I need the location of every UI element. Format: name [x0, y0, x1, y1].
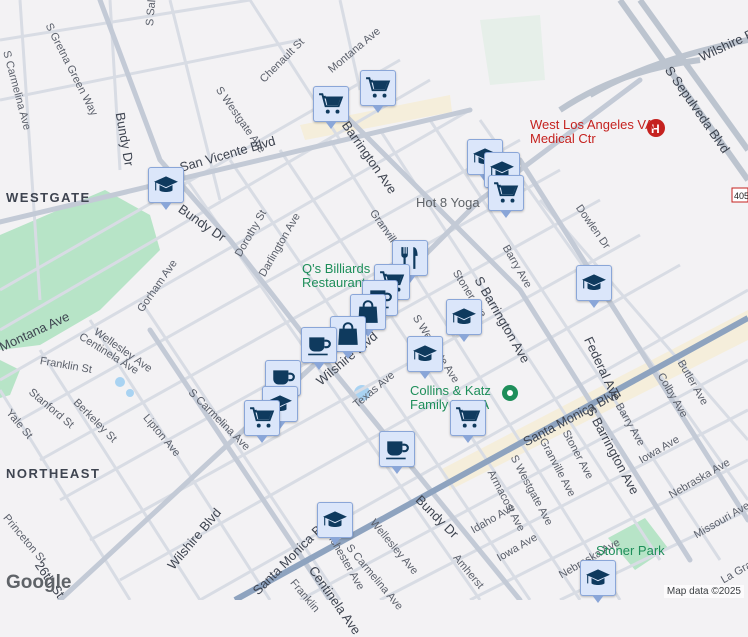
graduation-cap-icon [585, 565, 611, 591]
graduation-cap-icon [322, 507, 348, 533]
cart-icon [493, 180, 519, 206]
graduation-cap-icon [153, 172, 179, 198]
graduation-cap-icon [451, 304, 477, 330]
marker-grocery[interactable] [360, 70, 396, 113]
area-label-westgate: WESTGATE [6, 190, 91, 205]
google-logo: Google [6, 572, 72, 593]
poi-va-medical-center[interactable]: West Los Angeles VA Medical Ctr [530, 118, 670, 146]
highway-shield-label: 405 [734, 191, 748, 201]
marker-school[interactable] [576, 265, 612, 308]
marker-grocery[interactable] [244, 400, 280, 443]
coffee-icon [306, 332, 332, 358]
graduation-cap-icon [412, 341, 438, 367]
marker-school[interactable] [446, 299, 482, 342]
cart-icon [249, 405, 275, 431]
shopping-bag-icon [335, 321, 361, 347]
poi-hot-8-yoga[interactable]: Hot 8 Yoga [416, 196, 480, 210]
cart-icon [365, 75, 391, 101]
marker-school[interactable] [580, 560, 616, 603]
va-campus-green [480, 15, 545, 85]
graduation-cap-icon [581, 270, 607, 296]
marker-school[interactable] [407, 336, 443, 379]
map-attribution[interactable]: Map data ©2025 [663, 585, 744, 598]
marker-grocery[interactable] [450, 400, 486, 443]
coffee-icon [384, 436, 410, 462]
poi-stoner-park[interactable]: Stoner Park [596, 544, 665, 558]
marker-school[interactable] [148, 167, 184, 210]
marker-school[interactable] [317, 502, 353, 545]
marker-grocery[interactable] [488, 175, 524, 218]
marker-cafe[interactable] [301, 327, 337, 370]
cart-icon [318, 91, 344, 117]
area-label-northeast: NORTHEAST [6, 466, 101, 481]
marker-cafe[interactable] [379, 431, 415, 474]
marker-grocery[interactable] [313, 86, 349, 129]
cart-icon [455, 405, 481, 431]
